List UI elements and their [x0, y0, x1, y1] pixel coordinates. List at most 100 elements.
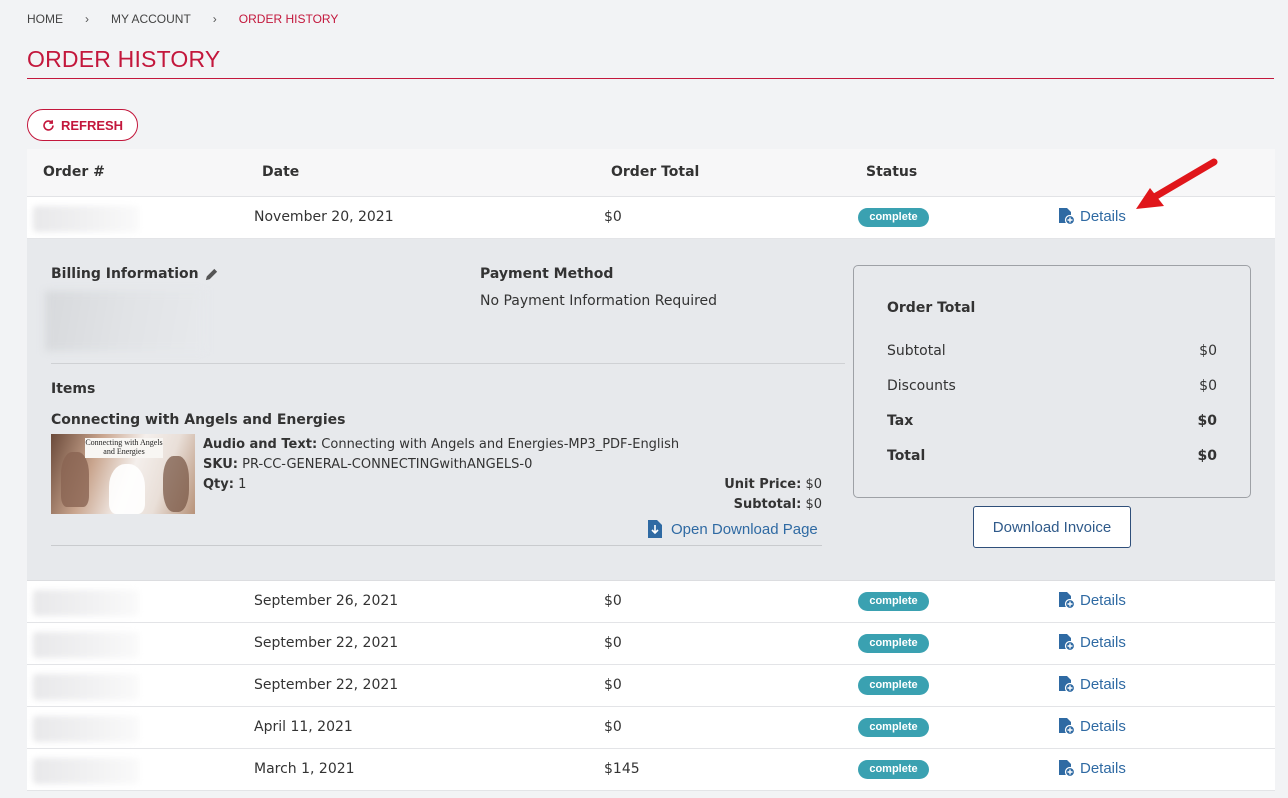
- summary-subtotal-label: Subtotal: [887, 343, 946, 359]
- qty-label: Qty:: [203, 477, 234, 492]
- details-link[interactable]: Details: [1057, 591, 1126, 609]
- order-number-redacted: [33, 674, 139, 700]
- refresh-label: REFRESH: [60, 117, 124, 133]
- details-link[interactable]: Details: [1057, 759, 1126, 777]
- document-plus-icon: [1059, 718, 1075, 735]
- breadcrumb-my-account[interactable]: MY ACCOUNT: [111, 12, 191, 26]
- order-total: $0: [604, 677, 622, 693]
- unit-price-label: Unit Price:: [724, 477, 802, 492]
- table-row: April 11, 2021 $0 complete Details: [27, 707, 1275, 749]
- refresh-button[interactable]: REFRESH: [27, 109, 138, 141]
- table-row: November 20, 2021 $0 complete Details: [27, 197, 1275, 239]
- payment-method-value: No Payment Information Required: [480, 293, 718, 309]
- order-total: $0: [604, 635, 622, 651]
- details-label: Details: [1080, 633, 1126, 651]
- details-link[interactable]: Details: [1057, 633, 1126, 651]
- pencil-icon[interactable]: [204, 267, 219, 282]
- status-badge: complete: [858, 760, 929, 779]
- items-title: Items: [51, 381, 96, 397]
- order-summary-box: Order Total Subtotal $0 Discounts $0 Tax $0…: [853, 265, 1251, 498]
- item-sku: SKU: PR-CC-GENERAL-CONNECTINGwithANGELS-…: [203, 457, 532, 472]
- header-date: Date: [262, 164, 300, 180]
- details-link[interactable]: Details: [1057, 675, 1126, 693]
- item-subtotal: Subtotal: $0: [734, 497, 822, 512]
- order-date: September 22, 2021: [254, 635, 399, 651]
- table-row: September 22, 2021 $0 complete Details: [27, 665, 1275, 707]
- divider: [51, 363, 845, 364]
- billing-info-label: Billing Information: [51, 266, 199, 282]
- sku-value: PR-CC-GENERAL-CONNECTINGwithANGELS-0: [242, 457, 533, 472]
- status-badge: complete: [858, 634, 929, 653]
- details-label: Details: [1080, 207, 1126, 225]
- order-total: $0: [604, 719, 622, 735]
- billing-info-redacted: [45, 291, 205, 351]
- document-plus-icon: [1059, 208, 1075, 225]
- breadcrumb-current: ORDER HISTORY: [238, 12, 339, 26]
- summary-total: Total $0: [887, 448, 1217, 464]
- details-link[interactable]: Details: [1057, 717, 1126, 735]
- order-total: $0: [604, 593, 622, 609]
- details-label: Details: [1080, 591, 1126, 609]
- order-total: $145: [604, 761, 640, 777]
- status-badge: complete: [858, 208, 929, 227]
- summary-discounts: Discounts $0: [887, 378, 1217, 394]
- table-row: September 26, 2021 $0 complete Details: [27, 581, 1275, 623]
- order-date: March 1, 2021: [254, 761, 355, 777]
- product-thumbnail: Connecting with Angels and Energies: [51, 434, 195, 514]
- breadcrumb-separator: ›: [85, 12, 89, 26]
- open-download-page-label: Open Download Page: [671, 520, 818, 538]
- summary-tax-label: Tax: [887, 413, 914, 429]
- order-number-redacted: [33, 758, 139, 784]
- details-label: Details: [1080, 717, 1126, 735]
- header-status: Status: [866, 164, 918, 180]
- summary-subtotal-value: $0: [1199, 343, 1217, 359]
- page-title: ORDER HISTORY: [27, 46, 221, 72]
- summary-tax-value: $0: [1197, 413, 1217, 429]
- summary-discounts-label: Discounts: [887, 378, 956, 394]
- details-label: Details: [1080, 675, 1126, 693]
- audio-label: Audio and Text:: [203, 437, 318, 452]
- header-order-total: Order Total: [611, 164, 700, 180]
- item-subtotal-label: Subtotal:: [733, 497, 802, 512]
- breadcrumb-separator: ›: [212, 12, 217, 26]
- refresh-icon: [43, 119, 54, 131]
- details-label: Details: [1080, 759, 1126, 777]
- breadcrumb: HOME › MY ACCOUNT › ORDER HISTORY: [27, 12, 338, 26]
- document-plus-icon: [1059, 676, 1075, 693]
- status-badge: complete: [858, 718, 929, 737]
- document-plus-icon: [1059, 760, 1075, 777]
- summary-tax: Tax $0: [887, 413, 1217, 429]
- order-detail-panel: Billing Information Payment Method No Pa…: [27, 239, 1275, 581]
- divider: [51, 545, 822, 546]
- order-date: September 22, 2021: [254, 677, 399, 693]
- header-order-number: Order #: [43, 164, 105, 180]
- status-badge: complete: [858, 592, 929, 611]
- summary-total-label: Total: [887, 448, 926, 464]
- open-download-page-link[interactable]: Open Download Page: [647, 519, 818, 539]
- table-header: Order # Date Order Total Status: [27, 149, 1275, 197]
- download-invoice-button[interactable]: Download Invoice: [973, 506, 1131, 548]
- document-plus-icon: [1059, 592, 1075, 609]
- order-date: September 26, 2021: [254, 593, 399, 609]
- payment-method-title: Payment Method: [480, 266, 614, 282]
- item-subtotal-value: $0: [805, 497, 822, 512]
- details-link[interactable]: Details: [1057, 207, 1126, 225]
- item-qty: Qty: 1: [203, 477, 246, 492]
- billing-info-title: Billing Information: [51, 266, 219, 282]
- orders-table: Order # Date Order Total Status November…: [27, 149, 1275, 791]
- product-name: Connecting with Angels and Energies: [51, 412, 346, 428]
- order-number-redacted: [33, 632, 139, 658]
- audio-value: Connecting with Angels and Energies-MP3_…: [321, 437, 680, 452]
- thumbnail-title: Connecting with Angels and Energies: [85, 438, 163, 458]
- summary-total-value: $0: [1197, 448, 1217, 464]
- breadcrumb-home[interactable]: HOME: [27, 12, 63, 26]
- table-row: September 22, 2021 $0 complete Details: [27, 623, 1275, 665]
- order-number-redacted: [33, 590, 139, 616]
- sku-label: SKU:: [203, 457, 238, 472]
- order-date: November 20, 2021: [254, 209, 394, 225]
- item-audio-text: Audio and Text: Connecting with Angels a…: [203, 437, 679, 452]
- summary-discounts-value: $0: [1199, 378, 1217, 394]
- order-number-redacted: [33, 716, 139, 742]
- qty-value: 1: [238, 477, 247, 492]
- unit-price-value: $0: [805, 477, 822, 492]
